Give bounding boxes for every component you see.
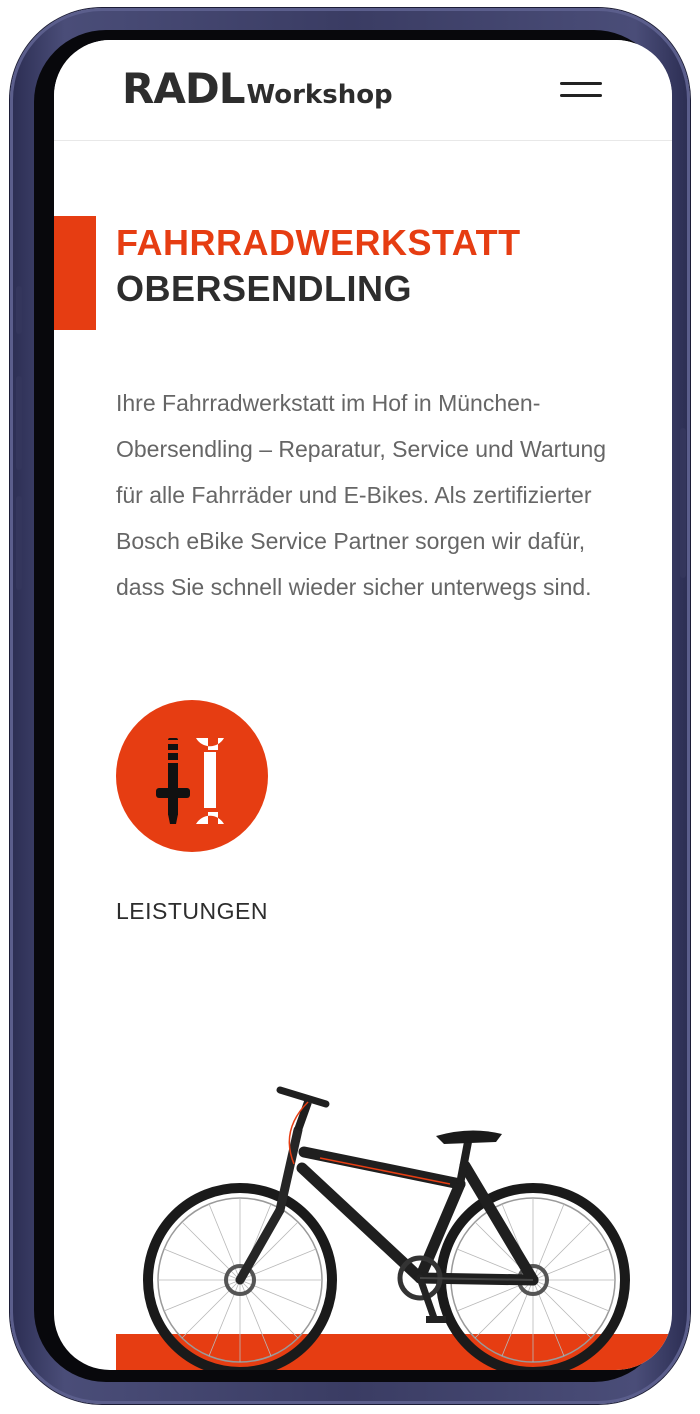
hamburger-menu-icon[interactable] [558,76,604,104]
page-title-line1: FAHRRADWERKSTATT [116,222,521,263]
volume-down-button [16,496,22,590]
power-button [680,428,686,578]
screwdriver-wrench-icon[interactable] [116,700,268,852]
screwdriver-wrench-svg [156,738,224,824]
mute-switch [16,286,22,334]
title-accent-bar [54,216,96,330]
bicycle-icon [143,1086,630,1370]
menu-line [560,94,602,97]
page-title: FAHRRADWERKSTATT OBERSENDLING [116,220,521,312]
menu-line [560,82,602,85]
site-header: RADL Workshop [54,40,672,141]
logo-main-text: RADL [122,64,245,113]
volume-up-button [16,376,22,470]
page-title-line2: OBERSENDLING [116,268,413,309]
services-link[interactable]: LEISTUNGEN [116,898,268,925]
intro-text: Ihre Fahrradwerkstatt im Hof in München-… [116,390,607,600]
site-logo[interactable]: RADL Workshop [122,64,393,113]
logo-sub-text: Workshop [246,80,393,110]
screen: RADL Workshop FAHRRADWERKSTATT OBERSENDL… [54,40,672,1370]
